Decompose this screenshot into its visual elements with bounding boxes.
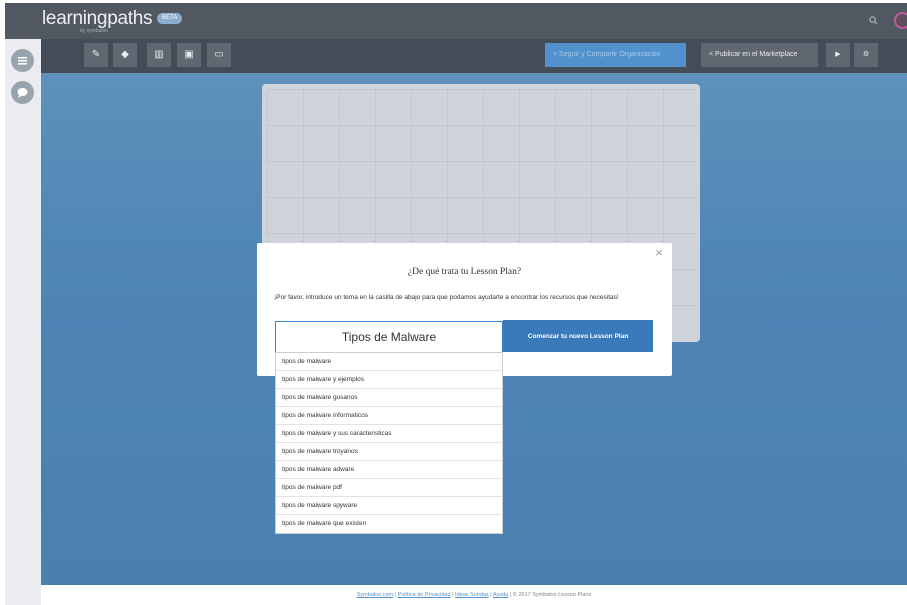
- suggestion-item[interactable]: tipos de malware spyware: [276, 497, 502, 515]
- suggestion-item[interactable]: tipos de malware adware: [276, 461, 502, 479]
- autocomplete-list: tipos de malware tipos de malware y ejemp…: [275, 352, 503, 534]
- suggestion-item[interactable]: tipos de malware troyanos: [276, 443, 502, 461]
- suggestion-item[interactable]: tipos de malware: [276, 353, 502, 371]
- topic-input[interactable]: [275, 321, 503, 353]
- suggestion-item[interactable]: tipos de malware que existen: [276, 515, 502, 533]
- suggestion-item[interactable]: tipos de malware pdf: [276, 479, 502, 497]
- dialog-instructions: ¡Por favor, introduce un tema en la casi…: [274, 294, 619, 301]
- suggestion-item[interactable]: tipos de malware y sus caracteristicas: [276, 425, 502, 443]
- start-lesson-plan-button[interactable]: Comenzar tu nuevo Lesson Plan: [503, 320, 653, 352]
- close-icon[interactable]: ×: [652, 245, 666, 260]
- suggestion-item[interactable]: tipos de malware y ejemplos: [276, 371, 502, 389]
- suggestion-item[interactable]: tipos de malware gusanos: [276, 389, 502, 407]
- suggestion-item[interactable]: tipos de malware informaticos: [276, 407, 502, 425]
- dialog-title: ¿De qué trata tu Lesson Plan?: [407, 267, 522, 277]
